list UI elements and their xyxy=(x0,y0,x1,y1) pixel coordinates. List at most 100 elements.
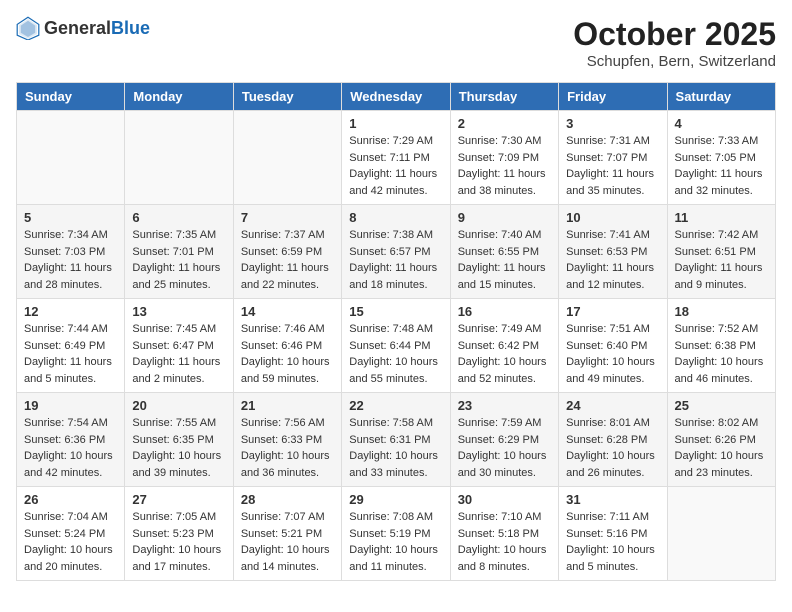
daylight-text: Daylight: 11 hours and 32 minutes. xyxy=(675,166,768,199)
day-info: Sunrise: 7:29 AM Sunset: 7:11 PM Dayligh… xyxy=(349,133,442,199)
day-info: Sunrise: 8:01 AM Sunset: 6:28 PM Dayligh… xyxy=(566,415,659,481)
sunrise-text: Sunrise: 7:55 AM xyxy=(132,415,225,432)
sunrise-text: Sunrise: 7:37 AM xyxy=(241,227,334,244)
sunrise-text: Sunrise: 7:11 AM xyxy=(566,509,659,526)
day-number: 23 xyxy=(458,398,551,413)
day-number: 19 xyxy=(24,398,117,413)
daylight-text: Daylight: 10 hours and 52 minutes. xyxy=(458,354,551,387)
daylight-text: Daylight: 11 hours and 38 minutes. xyxy=(458,166,551,199)
day-number: 3 xyxy=(566,116,659,131)
calendar-cell: 26 Sunrise: 7:04 AM Sunset: 5:24 PM Dayl… xyxy=(17,487,125,581)
sunrise-text: Sunrise: 7:49 AM xyxy=(458,321,551,338)
sunrise-text: Sunrise: 7:46 AM xyxy=(241,321,334,338)
sunrise-text: Sunrise: 7:56 AM xyxy=(241,415,334,432)
sunrise-text: Sunrise: 7:10 AM xyxy=(458,509,551,526)
sunrise-text: Sunrise: 7:54 AM xyxy=(24,415,117,432)
sunrise-text: Sunrise: 7:51 AM xyxy=(566,321,659,338)
day-info: Sunrise: 7:11 AM Sunset: 5:16 PM Dayligh… xyxy=(566,509,659,575)
day-info: Sunrise: 7:33 AM Sunset: 7:05 PM Dayligh… xyxy=(675,133,768,199)
sunset-text: Sunset: 7:01 PM xyxy=(132,244,225,261)
sunset-text: Sunset: 6:29 PM xyxy=(458,432,551,449)
week-row-3: 12 Sunrise: 7:44 AM Sunset: 6:49 PM Dayl… xyxy=(17,299,776,393)
calendar-cell: 15 Sunrise: 7:48 AM Sunset: 6:44 PM Dayl… xyxy=(342,299,450,393)
calendar-cell: 1 Sunrise: 7:29 AM Sunset: 7:11 PM Dayli… xyxy=(342,111,450,205)
daylight-text: Daylight: 10 hours and 20 minutes. xyxy=(24,542,117,575)
sunset-text: Sunset: 6:59 PM xyxy=(241,244,334,261)
day-info: Sunrise: 7:41 AM Sunset: 6:53 PM Dayligh… xyxy=(566,227,659,293)
day-number: 18 xyxy=(675,304,768,319)
sunset-text: Sunset: 7:11 PM xyxy=(349,150,442,167)
logo-text: GeneralBlue xyxy=(44,18,150,39)
sunset-text: Sunset: 6:33 PM xyxy=(241,432,334,449)
calendar-cell: 25 Sunrise: 8:02 AM Sunset: 6:26 PM Dayl… xyxy=(667,393,775,487)
day-info: Sunrise: 7:59 AM Sunset: 6:29 PM Dayligh… xyxy=(458,415,551,481)
sunset-text: Sunset: 7:09 PM xyxy=(458,150,551,167)
day-info: Sunrise: 7:56 AM Sunset: 6:33 PM Dayligh… xyxy=(241,415,334,481)
sunrise-text: Sunrise: 7:58 AM xyxy=(349,415,442,432)
sunrise-text: Sunrise: 7:04 AM xyxy=(24,509,117,526)
day-info: Sunrise: 7:46 AM Sunset: 6:46 PM Dayligh… xyxy=(241,321,334,387)
day-number: 17 xyxy=(566,304,659,319)
sunrise-text: Sunrise: 7:38 AM xyxy=(349,227,442,244)
day-info: Sunrise: 7:51 AM Sunset: 6:40 PM Dayligh… xyxy=(566,321,659,387)
calendar-cell: 19 Sunrise: 7:54 AM Sunset: 6:36 PM Dayl… xyxy=(17,393,125,487)
calendar-cell: 21 Sunrise: 7:56 AM Sunset: 6:33 PM Dayl… xyxy=(233,393,341,487)
daylight-text: Daylight: 11 hours and 2 minutes. xyxy=(132,354,225,387)
daylight-text: Daylight: 10 hours and 30 minutes. xyxy=(458,448,551,481)
sunset-text: Sunset: 6:42 PM xyxy=(458,338,551,355)
sunset-text: Sunset: 7:07 PM xyxy=(566,150,659,167)
sunset-text: Sunset: 6:40 PM xyxy=(566,338,659,355)
daylight-text: Daylight: 10 hours and 5 minutes. xyxy=(566,542,659,575)
day-info: Sunrise: 7:55 AM Sunset: 6:35 PM Dayligh… xyxy=(132,415,225,481)
sunrise-text: Sunrise: 7:48 AM xyxy=(349,321,442,338)
sunset-text: Sunset: 5:19 PM xyxy=(349,526,442,543)
daylight-text: Daylight: 10 hours and 39 minutes. xyxy=(132,448,225,481)
sunrise-text: Sunrise: 7:41 AM xyxy=(566,227,659,244)
calendar-cell: 7 Sunrise: 7:37 AM Sunset: 6:59 PM Dayli… xyxy=(233,205,341,299)
calendar-cell: 23 Sunrise: 7:59 AM Sunset: 6:29 PM Dayl… xyxy=(450,393,558,487)
calendar-cell: 20 Sunrise: 7:55 AM Sunset: 6:35 PM Dayl… xyxy=(125,393,233,487)
sunrise-text: Sunrise: 7:44 AM xyxy=(24,321,117,338)
daylight-text: Daylight: 10 hours and 33 minutes. xyxy=(349,448,442,481)
day-number: 22 xyxy=(349,398,442,413)
daylight-text: Daylight: 11 hours and 22 minutes. xyxy=(241,260,334,293)
day-number: 9 xyxy=(458,210,551,225)
day-header-thursday: Thursday xyxy=(450,83,558,111)
sunrise-text: Sunrise: 7:45 AM xyxy=(132,321,225,338)
day-header-tuesday: Tuesday xyxy=(233,83,341,111)
day-number: 2 xyxy=(458,116,551,131)
logo-icon xyxy=(16,16,40,40)
daylight-text: Daylight: 11 hours and 9 minutes. xyxy=(675,260,768,293)
sunrise-text: Sunrise: 7:40 AM xyxy=(458,227,551,244)
sunset-text: Sunset: 6:55 PM xyxy=(458,244,551,261)
sunrise-text: Sunrise: 8:01 AM xyxy=(566,415,659,432)
sunrise-text: Sunrise: 7:33 AM xyxy=(675,133,768,150)
daylight-text: Daylight: 11 hours and 5 minutes. xyxy=(24,354,117,387)
calendar-cell: 27 Sunrise: 7:05 AM Sunset: 5:23 PM Dayl… xyxy=(125,487,233,581)
sunrise-text: Sunrise: 7:05 AM xyxy=(132,509,225,526)
sunset-text: Sunset: 5:18 PM xyxy=(458,526,551,543)
calendar-cell: 13 Sunrise: 7:45 AM Sunset: 6:47 PM Dayl… xyxy=(125,299,233,393)
daylight-text: Daylight: 10 hours and 36 minutes. xyxy=(241,448,334,481)
sunset-text: Sunset: 6:57 PM xyxy=(349,244,442,261)
day-info: Sunrise: 7:35 AM Sunset: 7:01 PM Dayligh… xyxy=(132,227,225,293)
calendar-cell: 14 Sunrise: 7:46 AM Sunset: 6:46 PM Dayl… xyxy=(233,299,341,393)
calendar-cell: 12 Sunrise: 7:44 AM Sunset: 6:49 PM Dayl… xyxy=(17,299,125,393)
calendar-cell: 24 Sunrise: 8:01 AM Sunset: 6:28 PM Dayl… xyxy=(559,393,667,487)
day-info: Sunrise: 7:05 AM Sunset: 5:23 PM Dayligh… xyxy=(132,509,225,575)
sunset-text: Sunset: 5:24 PM xyxy=(24,526,117,543)
calendar-cell: 5 Sunrise: 7:34 AM Sunset: 7:03 PM Dayli… xyxy=(17,205,125,299)
daylight-text: Daylight: 10 hours and 23 minutes. xyxy=(675,448,768,481)
day-number: 15 xyxy=(349,304,442,319)
sunset-text: Sunset: 6:44 PM xyxy=(349,338,442,355)
calendar-cell: 4 Sunrise: 7:33 AM Sunset: 7:05 PM Dayli… xyxy=(667,111,775,205)
sunrise-text: Sunrise: 8:02 AM xyxy=(675,415,768,432)
calendar-cell: 18 Sunrise: 7:52 AM Sunset: 6:38 PM Dayl… xyxy=(667,299,775,393)
calendar-cell: 31 Sunrise: 7:11 AM Sunset: 5:16 PM Dayl… xyxy=(559,487,667,581)
title-block: October 2025 Schupfen, Bern, Switzerland xyxy=(573,16,776,70)
day-info: Sunrise: 7:10 AM Sunset: 5:18 PM Dayligh… xyxy=(458,509,551,575)
sunset-text: Sunset: 6:35 PM xyxy=(132,432,225,449)
sunset-text: Sunset: 6:26 PM xyxy=(675,432,768,449)
calendar-cell xyxy=(125,111,233,205)
sunrise-text: Sunrise: 7:35 AM xyxy=(132,227,225,244)
